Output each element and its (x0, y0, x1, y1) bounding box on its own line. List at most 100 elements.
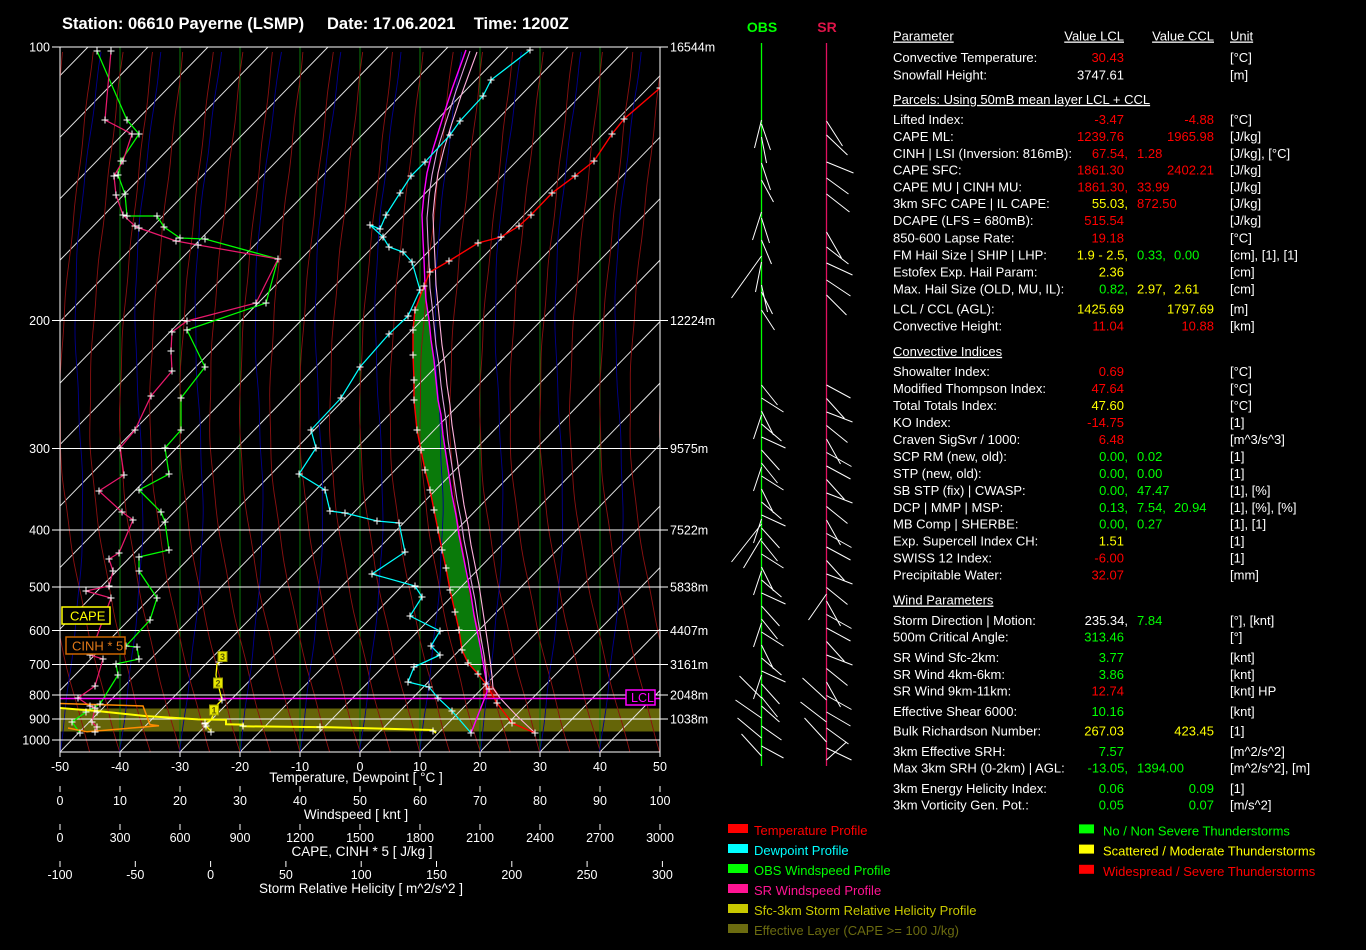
svg-text:850-600 Lapse Rate:: 850-600 Lapse Rate: (893, 230, 1014, 245)
svg-text:Total Totals Index:: Total Totals Index: (893, 398, 997, 413)
svg-text:Max. Hail Size (OLD, MU, IL):: Max. Hail Size (OLD, MU, IL): (893, 282, 1064, 297)
svg-text:60: 60 (413, 794, 427, 808)
svg-text:Craven SigSvr / 1000:: Craven SigSvr / 1000: (893, 432, 1020, 447)
svg-text:[1]: [1] (1230, 551, 1244, 566)
svg-text:100: 100 (650, 794, 671, 808)
svg-text:CAPE SFC:: CAPE SFC: (893, 163, 962, 178)
svg-text:-14.75: -14.75 (1087, 415, 1124, 430)
svg-text:3.86: 3.86 (1099, 667, 1124, 682)
svg-text:500: 500 (29, 581, 50, 595)
svg-text:0.05: 0.05 (1099, 798, 1124, 813)
svg-text:[°]: [°] (1230, 630, 1242, 645)
svg-text:[1]: [1] (1230, 415, 1244, 430)
svg-text:Storm Direction | Motion:: Storm Direction | Motion: (893, 613, 1036, 628)
svg-text:[J/kg]: [J/kg] (1230, 163, 1261, 178)
svg-text:6.48: 6.48 (1099, 432, 1124, 447)
svg-text:2400: 2400 (526, 831, 554, 845)
svg-text:100: 100 (29, 41, 50, 55)
svg-text:-40: -40 (111, 760, 129, 774)
svg-text:47.47: 47.47 (1137, 483, 1170, 498)
svg-text:[mm]: [mm] (1230, 568, 1259, 583)
svg-text:0.02: 0.02 (1137, 449, 1162, 464)
svg-text:300: 300 (652, 868, 673, 882)
svg-text:Snowfall Height:: Snowfall Height: (893, 67, 987, 82)
svg-text:[1], [%]: [1], [%] (1230, 483, 1270, 498)
svg-text:[1]: [1] (1230, 466, 1244, 481)
svg-text:600: 600 (29, 624, 50, 638)
svg-text:[1]: [1] (1230, 724, 1244, 739)
svg-text:-50: -50 (51, 760, 69, 774)
svg-text:Parcels: Using 50mB mean layer: Parcels: Using 50mB mean layer LCL + CCL (893, 92, 1150, 107)
svg-text:800: 800 (29, 689, 50, 703)
svg-text:7.57: 7.57 (1099, 744, 1124, 759)
svg-text:1038m: 1038m (670, 713, 708, 727)
svg-text:0.00,: 0.00, (1099, 517, 1128, 532)
svg-text:200: 200 (29, 314, 50, 328)
svg-text:1861.30: 1861.30 (1077, 163, 1124, 178)
svg-text:[m^2/s^2], [m]: [m^2/s^2], [m] (1230, 761, 1310, 776)
svg-text:2.36: 2.36 (1099, 264, 1124, 279)
svg-text:Estofex Exp. Hail Param:: Estofex Exp. Hail Param: (893, 264, 1038, 279)
svg-text:10.16: 10.16 (1091, 704, 1124, 719)
svg-text:Temperature, Dewpoint [ °C ]: Temperature, Dewpoint [ °C ] (269, 770, 442, 785)
svg-text:DCAPE (LFS = 680mB):: DCAPE (LFS = 680mB): (893, 213, 1034, 228)
svg-text:OBS Windspeed Profile: OBS Windspeed Profile (754, 863, 891, 878)
svg-text:[knt]: [knt] (1230, 667, 1255, 682)
svg-text:1800: 1800 (406, 831, 434, 845)
svg-text:900: 900 (29, 713, 50, 727)
svg-text:235.34,: 235.34, (1085, 613, 1128, 628)
svg-text:500m Critical Angle:: 500m Critical Angle: (893, 630, 1009, 645)
svg-text:Max 3km SRH (0-2km) | AGL:: Max 3km SRH (0-2km) | AGL: (893, 761, 1065, 776)
svg-text:400: 400 (29, 524, 50, 538)
svg-text:0.27: 0.27 (1137, 517, 1162, 532)
svg-text:1861.30,: 1861.30, (1077, 179, 1128, 194)
svg-text:3161m: 3161m (670, 658, 708, 672)
svg-text:0.33,: 0.33, (1137, 247, 1166, 262)
svg-text:Parameter: Parameter (893, 29, 954, 44)
svg-text:[cm]: [cm] (1230, 282, 1255, 297)
svg-text:20: 20 (473, 760, 487, 774)
svg-text:Value LCL: Value LCL (1064, 29, 1124, 44)
svg-text:[knt]: [knt] (1230, 704, 1255, 719)
svg-text:11.04: 11.04 (1092, 319, 1124, 334)
svg-text:267.03: 267.03 (1084, 724, 1124, 739)
svg-text:Precipitable Water:: Precipitable Water: (893, 568, 1002, 583)
svg-text:LCL: LCL (631, 691, 654, 705)
svg-text:5838m: 5838m (670, 581, 708, 595)
svg-text:0: 0 (57, 794, 64, 808)
svg-text:-4.88: -4.88 (1184, 112, 1214, 127)
svg-text:-50: -50 (126, 868, 144, 882)
svg-text:STP (new, old):: STP (new, old): (893, 466, 982, 481)
svg-text:-13.05,: -13.05, (1088, 761, 1128, 776)
svg-text:313.46: 313.46 (1084, 630, 1124, 645)
svg-text:[°C]: [°C] (1230, 381, 1252, 396)
svg-text:No / Non Severe Thunderstorms: No / Non Severe Thunderstorms (1103, 823, 1290, 838)
svg-text:33.99: 33.99 (1137, 179, 1170, 194)
svg-text:-30: -30 (171, 760, 189, 774)
svg-text:Station: 06610 Payerne (LSMP): Station: 06610 Payerne (LSMP) Date: 17.0… (62, 15, 569, 33)
svg-text:67.54,: 67.54, (1092, 146, 1128, 161)
svg-text:[knt]: [knt] (1230, 650, 1255, 665)
svg-text:[1], [1]: [1], [1] (1230, 517, 1266, 532)
svg-text:[°C]: [°C] (1230, 230, 1252, 245)
svg-text:2048m: 2048m (670, 689, 708, 703)
svg-text:[°C]: [°C] (1230, 364, 1252, 379)
svg-text:SR Wind Sfc-2km:: SR Wind Sfc-2km: (893, 650, 999, 665)
svg-text:[m]: [m] (1230, 302, 1248, 317)
svg-text:-100: -100 (47, 868, 72, 882)
svg-text:10.88: 10.88 (1181, 319, 1214, 334)
svg-text:7.54,: 7.54, (1137, 500, 1166, 515)
svg-text:LCL / CCL (AGL):: LCL / CCL (AGL): (893, 302, 995, 317)
svg-text:[°C]: [°C] (1230, 398, 1252, 413)
svg-text:0.00,: 0.00, (1099, 466, 1128, 481)
svg-text:[knt] HP: [knt] HP (1230, 684, 1276, 699)
svg-text:Bulk Richardson Number:: Bulk Richardson Number: (893, 724, 1041, 739)
svg-text:3km Energy Helicity Index:: 3km Energy Helicity Index: (893, 781, 1047, 796)
svg-text:3: 3 (220, 652, 225, 662)
svg-text:[m]: [m] (1230, 67, 1248, 82)
svg-text:0.00: 0.00 (1174, 247, 1199, 262)
svg-text:4407m: 4407m (670, 624, 708, 638)
svg-text:47.60: 47.60 (1091, 398, 1124, 413)
svg-text:[J/kg]: [J/kg] (1230, 179, 1261, 194)
svg-text:MB Comp | SHERBE:: MB Comp | SHERBE: (893, 517, 1018, 532)
